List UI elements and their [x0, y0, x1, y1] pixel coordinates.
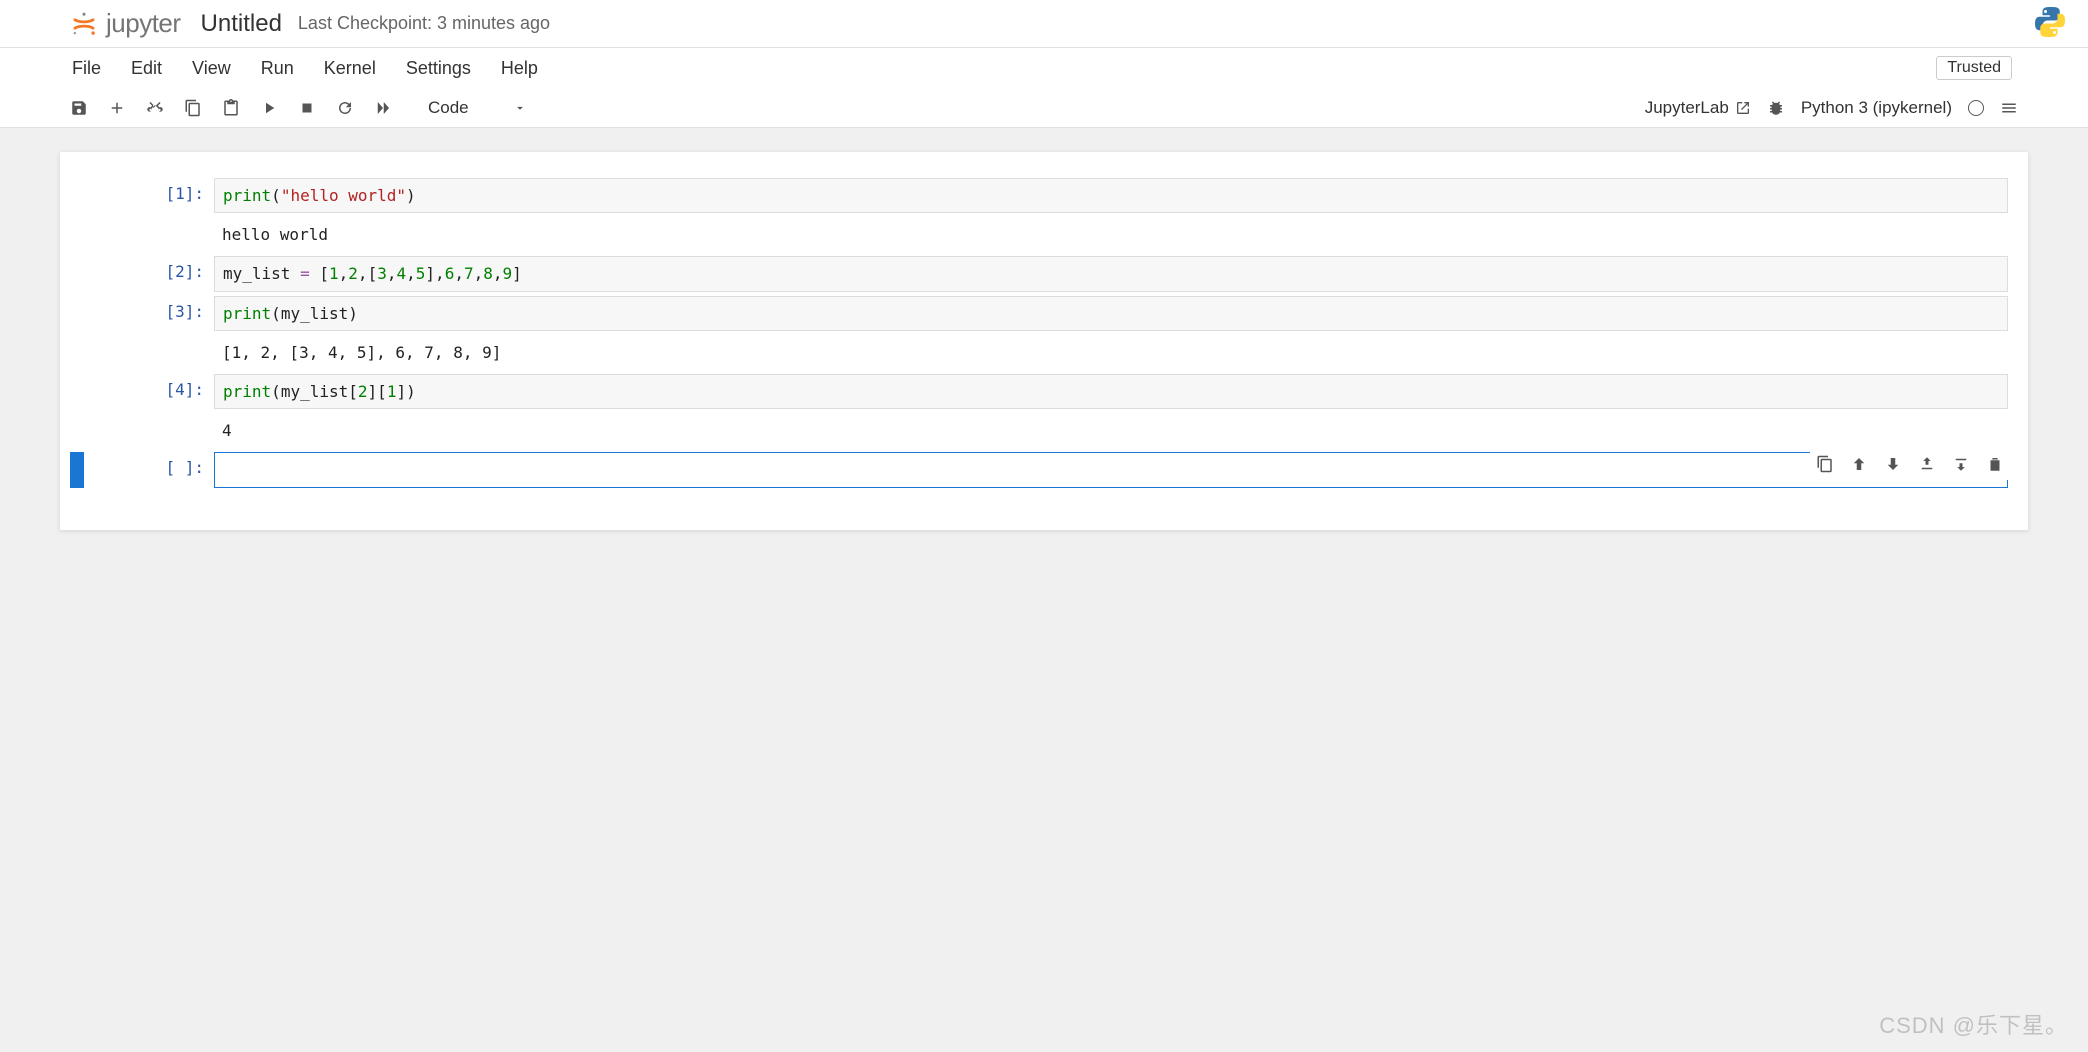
checkpoint-text: Last Checkpoint: 3 minutes ago — [298, 13, 550, 34]
restart-icon[interactable] — [336, 99, 354, 117]
output-body: 4 — [214, 413, 2018, 448]
toolbar-left: Code — [70, 96, 533, 120]
cell-gutter — [70, 335, 84, 370]
cell-gutter — [70, 452, 84, 487]
cell-body: my_list = [1,2,[3,4,5],6,7,8,9] — [214, 256, 2018, 291]
interrupt-icon[interactable] — [298, 99, 316, 117]
input-prompt: [ ]: — [84, 452, 214, 487]
output-text: 4 — [214, 413, 2008, 448]
header: jupyter Untitled Last Checkpoint: 3 minu… — [0, 0, 2088, 48]
save-icon[interactable] — [70, 99, 88, 117]
menu-item-help[interactable]: Help — [499, 54, 540, 83]
code-cell[interactable]: [1]:print("hello world") — [60, 176, 2028, 215]
code-input[interactable] — [214, 452, 2008, 487]
output-row: 4 — [60, 411, 2028, 450]
input-prompt: [1]: — [84, 178, 214, 213]
cell-type-dropdown[interactable]: Code — [422, 96, 533, 120]
copy-icon[interactable] — [184, 99, 202, 117]
delete-cell-icon[interactable] — [1986, 455, 2004, 476]
output-row: [1, 2, [3, 4, 5], 6, 7, 8, 9] — [60, 333, 2028, 372]
cell-gutter — [70, 374, 84, 409]
cell-gutter — [70, 413, 84, 448]
cell-gutter — [70, 256, 84, 291]
menu-item-settings[interactable]: Settings — [404, 54, 473, 83]
menu-item-kernel[interactable]: Kernel — [322, 54, 378, 83]
cell-toolbar — [1810, 451, 2010, 480]
code-cell[interactable]: [ ]: — [60, 450, 2028, 489]
move-up-icon[interactable] — [1850, 455, 1868, 476]
cell-gutter — [70, 217, 84, 252]
watermark: CSDN @乐下星。 — [1879, 1008, 2068, 1040]
jupyter-icon — [70, 10, 98, 38]
toolbar: Code JupyterLab Python 3 (ipykernel) — [0, 88, 2088, 128]
add-cell-icon[interactable] — [108, 99, 126, 117]
duplicate-cell-icon[interactable] — [1816, 455, 1834, 476]
output-text: [1, 2, [3, 4, 5], 6, 7, 8, 9] — [214, 335, 2008, 370]
code-input[interactable]: print(my_list) — [214, 296, 2008, 331]
insert-below-icon[interactable] — [1952, 455, 1970, 476]
output-prompt — [84, 413, 214, 448]
output-row: hello world — [60, 215, 2028, 254]
jupyter-logo[interactable]: jupyter — [70, 8, 181, 39]
input-prompt: [3]: — [84, 296, 214, 331]
run-icon[interactable] — [260, 99, 278, 117]
output-body: [1, 2, [3, 4, 5], 6, 7, 8, 9] — [214, 335, 2018, 370]
code-input[interactable]: print("hello world") — [214, 178, 2008, 213]
output-text: hello world — [214, 217, 2008, 252]
bug-icon[interactable] — [1767, 99, 1785, 117]
cell-body: print("hello world") — [214, 178, 2018, 213]
restart-run-all-icon[interactable] — [374, 99, 392, 117]
input-prompt: [2]: — [84, 256, 214, 291]
move-down-icon[interactable] — [1884, 455, 1902, 476]
cell-body: print(my_list[2][1]) — [214, 374, 2018, 409]
menu-item-edit[interactable]: Edit — [129, 54, 164, 83]
menu-left: File Edit View Run Kernel Settings Help — [70, 54, 540, 83]
open-jupyterlab-link[interactable]: JupyterLab — [1645, 98, 1751, 118]
menu-item-file[interactable]: File — [70, 54, 103, 83]
code-cell[interactable]: [3]:print(my_list) — [60, 294, 2028, 333]
menubar: File Edit View Run Kernel Settings Help Truste… — [0, 48, 2088, 88]
menu-item-run[interactable]: Run — [259, 54, 296, 83]
output-prompt — [84, 217, 214, 252]
cell-body: print(my_list) — [214, 296, 2018, 331]
notebook-title[interactable]: Untitled — [201, 10, 282, 38]
jupyterlab-label: JupyterLab — [1645, 98, 1729, 118]
paste-icon[interactable] — [222, 99, 240, 117]
kernel-name[interactable]: Python 3 (ipykernel) — [1801, 98, 1952, 118]
external-link-icon — [1735, 100, 1751, 116]
cell-gutter — [70, 296, 84, 331]
code-cell[interactable]: [2]:my_list = [1,2,[3,4,5],6,7,8,9] — [60, 254, 2028, 293]
insert-above-icon[interactable] — [1918, 455, 1936, 476]
header-left: jupyter Untitled Last Checkpoint: 3 minu… — [70, 8, 550, 39]
cell-body — [214, 452, 2018, 487]
code-input[interactable]: my_list = [1,2,[3,4,5],6,7,8,9] — [214, 256, 2008, 291]
trusted-badge[interactable]: Trusted — [1936, 56, 2012, 80]
notebook-area: [1]:print("hello world")hello world[2]:m… — [0, 128, 2088, 554]
input-prompt: [4]: — [84, 374, 214, 409]
notebook-menu-icon[interactable] — [2000, 99, 2018, 117]
jupyter-brand-text: jupyter — [106, 8, 181, 39]
toolbar-right: JupyterLab Python 3 (ipykernel) — [1645, 98, 2018, 118]
cut-icon[interactable] — [146, 99, 164, 117]
notebook: [1]:print("hello world")hello world[2]:m… — [60, 152, 2028, 530]
cell-gutter — [70, 178, 84, 213]
output-prompt — [84, 335, 214, 370]
python-logo-icon — [2032, 4, 2068, 43]
output-body: hello world — [214, 217, 2018, 252]
code-input[interactable]: print(my_list[2][1]) — [214, 374, 2008, 409]
cell-type-label: Code — [428, 98, 469, 118]
chevron-down-icon — [513, 101, 527, 115]
kernel-status-icon[interactable] — [1968, 100, 1984, 116]
code-cell[interactable]: [4]:print(my_list[2][1]) — [60, 372, 2028, 411]
menu-item-view[interactable]: View — [190, 54, 233, 83]
